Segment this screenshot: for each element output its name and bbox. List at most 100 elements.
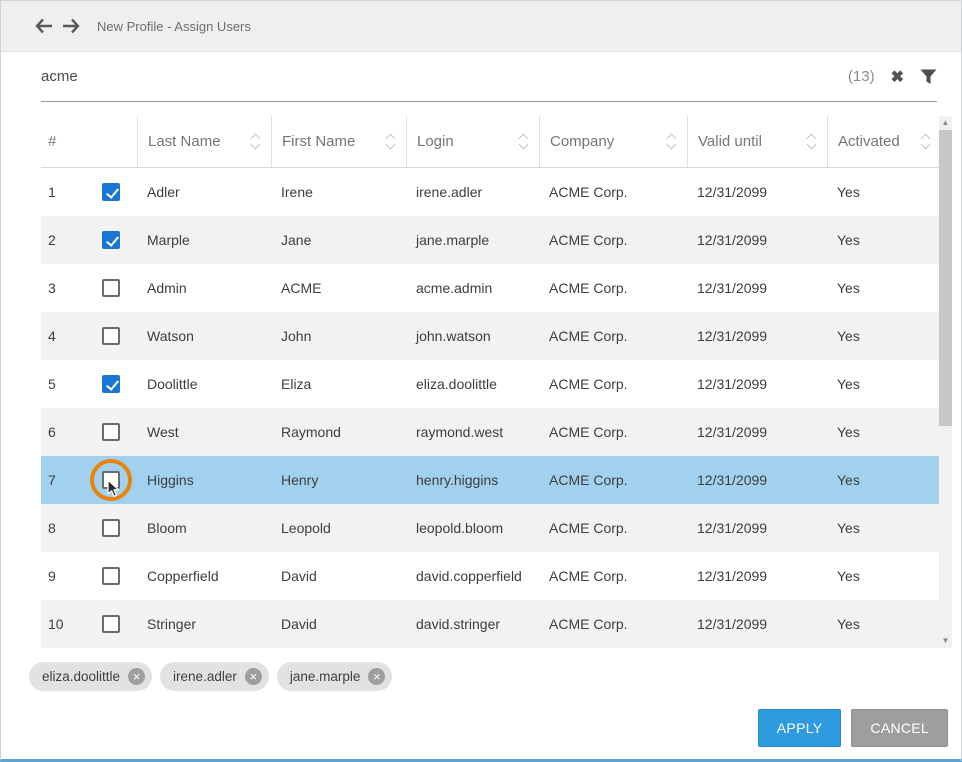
row-number-cell: 7: [41, 456, 137, 504]
table-row[interactable]: 2MarpleJanejane.marpleACME Corp.12/31/20…: [41, 216, 941, 264]
table-row[interactable]: 7HigginsHenryhenry.higginsACME Corp.12/3…: [41, 456, 941, 504]
chip-remove-icon[interactable]: ×: [245, 668, 262, 685]
cancel-button[interactable]: CANCEL: [851, 709, 948, 747]
last-name-cell: Copperfield: [137, 552, 271, 600]
activated-cell: Yes: [827, 552, 941, 600]
chip-label: jane.marple: [290, 669, 361, 684]
first-name-cell: John: [271, 312, 406, 360]
search-input[interactable]: [41, 68, 848, 85]
row-number: 3: [48, 280, 102, 296]
row-number-cell: 2: [41, 216, 137, 264]
first-name-cell: Eliza: [271, 360, 406, 408]
forward-arrow-icon[interactable]: [62, 18, 80, 34]
row-number-cell: 10: [41, 600, 137, 648]
selected-user-chip[interactable]: eliza.doolittle ×: [29, 662, 152, 691]
row-checkbox[interactable]: [102, 471, 120, 489]
valid-until-cell: 12/31/2099: [687, 264, 827, 312]
chip-label: eliza.doolittle: [42, 669, 120, 684]
row-number-cell: 8: [41, 504, 137, 552]
table-row[interactable]: 5DoolittleElizaeliza.doolittleACME Corp.…: [41, 360, 941, 408]
col-header-activated[interactable]: Activated: [827, 116, 941, 167]
selected-user-chip[interactable]: irene.adler×: [160, 662, 269, 691]
login-cell: eliza.doolittle: [406, 360, 539, 408]
login-cell: leopold.bloom: [406, 504, 539, 552]
clear-filter-icon[interactable]: ✖: [891, 67, 904, 87]
row-number: 7: [48, 472, 102, 488]
activated-cell: Yes: [827, 408, 941, 456]
back-arrow-icon[interactable]: [35, 18, 53, 34]
valid-until-cell: 12/31/2099: [687, 408, 827, 456]
row-number-cell: 3: [41, 264, 137, 312]
filter-icon[interactable]: [920, 69, 937, 85]
table-row[interactable]: 3AdminACMEacme.adminACME Corp.12/31/2099…: [41, 264, 941, 312]
row-checkbox[interactable]: [102, 327, 120, 345]
scroll-down-icon[interactable]: ▼: [939, 634, 952, 648]
first-name-cell: Henry: [271, 456, 406, 504]
col-header-last-name[interactable]: Last Name: [137, 116, 271, 167]
row-number-cell: 5: [41, 360, 137, 408]
login-cell: acme.admin: [406, 264, 539, 312]
table-row[interactable]: 9CopperfieldDaviddavid.copperfieldACME C…: [41, 552, 941, 600]
login-cell: henry.higgins: [406, 456, 539, 504]
row-checkbox[interactable]: [102, 567, 120, 585]
first-name-cell: David: [271, 600, 406, 648]
sort-icon: [387, 135, 394, 148]
sort-icon: [520, 135, 527, 148]
last-name-cell: Adler: [137, 168, 271, 216]
table-row[interactable]: 6WestRaymondraymond.westACME Corp.12/31/…: [41, 408, 941, 456]
col-header-company[interactable]: Company: [539, 116, 687, 167]
row-checkbox[interactable]: [102, 519, 120, 537]
scroll-up-icon[interactable]: ▲: [939, 116, 952, 130]
row-checkbox[interactable]: [102, 615, 120, 633]
row-checkbox[interactable]: [102, 279, 120, 297]
sort-icon: [808, 135, 815, 148]
users-table: # Last Name First Name Login Company: [41, 116, 952, 648]
login-cell: irene.adler: [406, 168, 539, 216]
col-header-number[interactable]: #: [41, 116, 137, 167]
col-header-login[interactable]: Login: [406, 116, 539, 167]
col-header-valid-until[interactable]: Valid until: [687, 116, 827, 167]
valid-until-cell: 12/31/2099: [687, 600, 827, 648]
company-cell: ACME Corp.: [539, 312, 687, 360]
row-checkbox[interactable]: [102, 375, 120, 393]
assign-users-dialog: New Profile - Assign Users (13) ✖ # Last…: [0, 0, 962, 762]
window-title: New Profile - Assign Users: [97, 19, 251, 34]
login-cell: david.stringer: [406, 600, 539, 648]
activated-cell: Yes: [827, 360, 941, 408]
col-header-first-name[interactable]: First Name: [271, 116, 406, 167]
selected-user-chip[interactable]: jane.marple ×: [277, 662, 393, 691]
table-row[interactable]: 1AdlerIreneirene.adlerACME Corp.12/31/20…: [41, 168, 941, 216]
row-checkbox[interactable]: [102, 423, 120, 441]
scrollbar-thumb[interactable]: [939, 130, 952, 426]
last-name-cell: Admin: [137, 264, 271, 312]
row-checkbox[interactable]: [102, 231, 120, 249]
row-number: 8: [48, 520, 102, 536]
first-name-cell: Jane: [271, 216, 406, 264]
last-name-cell: Watson: [137, 312, 271, 360]
row-number-cell: 4: [41, 312, 137, 360]
valid-until-cell: 12/31/2099: [687, 216, 827, 264]
table-row[interactable]: 10StringerDaviddavid.stringerACME Corp.1…: [41, 600, 941, 648]
chips-row: eliza.doolittle×irene.adler×jane.marple×: [29, 662, 961, 691]
row-number-cell: 1: [41, 168, 137, 216]
valid-until-cell: 12/31/2099: [687, 504, 827, 552]
company-cell: ACME Corp.: [539, 552, 687, 600]
activated-cell: Yes: [827, 216, 941, 264]
activated-cell: Yes: [827, 168, 941, 216]
activated-cell: Yes: [827, 264, 941, 312]
row-number: 10: [48, 616, 102, 632]
last-name-cell: Doolittle: [137, 360, 271, 408]
row-number: 1: [48, 184, 102, 200]
chip-remove-icon[interactable]: ×: [368, 668, 385, 685]
table-row[interactable]: 4WatsonJohnjohn.watsonACME Corp.12/31/20…: [41, 312, 941, 360]
apply-button[interactable]: APPLY: [758, 709, 842, 747]
table-row[interactable]: 8BloomLeopoldleopold.bloomACME Corp.12/3…: [41, 504, 941, 552]
company-cell: ACME Corp.: [539, 216, 687, 264]
row-checkbox[interactable]: [102, 183, 120, 201]
first-name-cell: Leopold: [271, 504, 406, 552]
valid-until-cell: 12/31/2099: [687, 456, 827, 504]
chip-remove-icon[interactable]: ×: [128, 668, 145, 685]
valid-until-cell: 12/31/2099: [687, 168, 827, 216]
company-cell: ACME Corp.: [539, 360, 687, 408]
vertical-scrollbar[interactable]: ▲ ▼: [939, 116, 952, 648]
